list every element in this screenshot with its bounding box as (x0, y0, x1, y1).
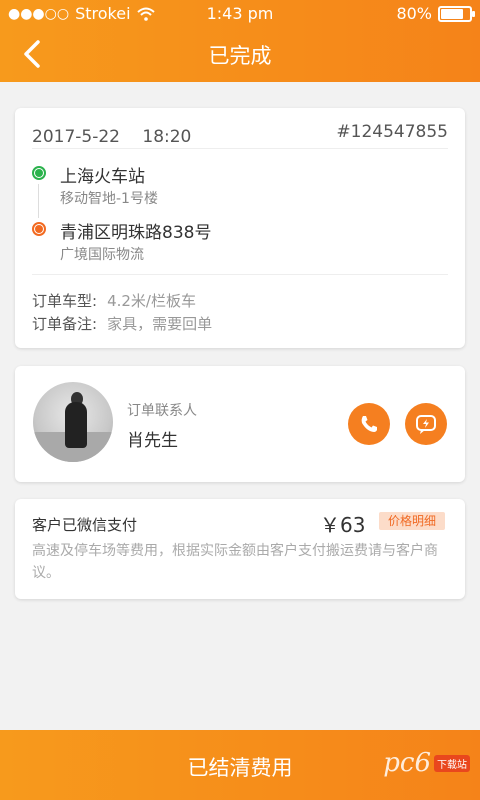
header-bar: ●●●○○ Strokei 1:43 pm 80% 已完成 (0, 0, 480, 82)
watermark-tag: 下载站 (434, 754, 470, 772)
vehicle-type-label: 订单车型: (32, 292, 98, 310)
contact-label: 订单联系人 (127, 403, 197, 419)
vehicle-type-row: 订单车型: 4.2米/栏板车 (32, 290, 196, 311)
start-point-icon (32, 166, 46, 180)
contact-card: 订单联系人 肖先生 (15, 366, 465, 482)
order-meta: 2017-5-22 18:20 #124547855 (32, 122, 448, 147)
end-location-detail: 广境国际物流 (60, 247, 144, 263)
watermark-logo: pc6 (383, 748, 431, 778)
battery-icon (438, 5, 475, 22)
start-location-detail: 移动智地-1号楼 (60, 191, 158, 207)
chat-icon (416, 415, 436, 434)
phone-icon (361, 416, 377, 432)
avatar (33, 382, 113, 462)
message-button[interactable] (405, 403, 447, 445)
end-location-name: 青浦区明珠路838号 (60, 223, 212, 243)
start-location-name: 上海火车站 (60, 167, 145, 187)
remark-label: 订单备注: (32, 315, 98, 333)
remark-row: 订单备注: 家具，需要回单 (32, 313, 212, 334)
price-detail-button[interactable]: 价格明细 (379, 512, 445, 530)
order-card: 2017-5-22 18:20 #124547855 上海火车站 移动智地-1号… (15, 108, 465, 348)
order-number: #124547855 (336, 122, 448, 142)
route-line (38, 184, 39, 218)
call-button[interactable] (348, 403, 390, 445)
divider (32, 148, 448, 149)
status-right: 80% (396, 4, 475, 23)
page-title: 已完成 (208, 44, 272, 68)
payment-status: 客户已微信支付 (32, 516, 138, 534)
battery-percent: 80% (396, 4, 432, 23)
settle-fee-button[interactable]: 已结清费用 pc6 下载站 (0, 730, 480, 800)
order-datetime: 2017-5-22 18:20 (32, 127, 192, 147)
payment-note: 高速及停车场等费用，根据实际金额由客户支付搬运费请与客户商议。 (32, 543, 438, 581)
remark-value: 家具，需要回单 (107, 315, 213, 333)
end-point-icon (32, 222, 46, 236)
avatar-person (65, 402, 87, 448)
divider (32, 274, 448, 275)
payment-card: 客户已微信支付 ￥63 价格明细 高速及停车场等费用，根据实际金额由客户支付搬运… (15, 499, 465, 599)
contact-name: 肖先生 (127, 431, 178, 451)
status-bar: ●●●○○ Strokei 1:43 pm 80% (0, 0, 480, 28)
vehicle-type-value: 4.2米/栏板车 (107, 292, 196, 310)
battery-fill (441, 8, 464, 19)
watermark: pc6 下载站 (383, 748, 470, 778)
payment-price: ￥63 (320, 513, 366, 537)
